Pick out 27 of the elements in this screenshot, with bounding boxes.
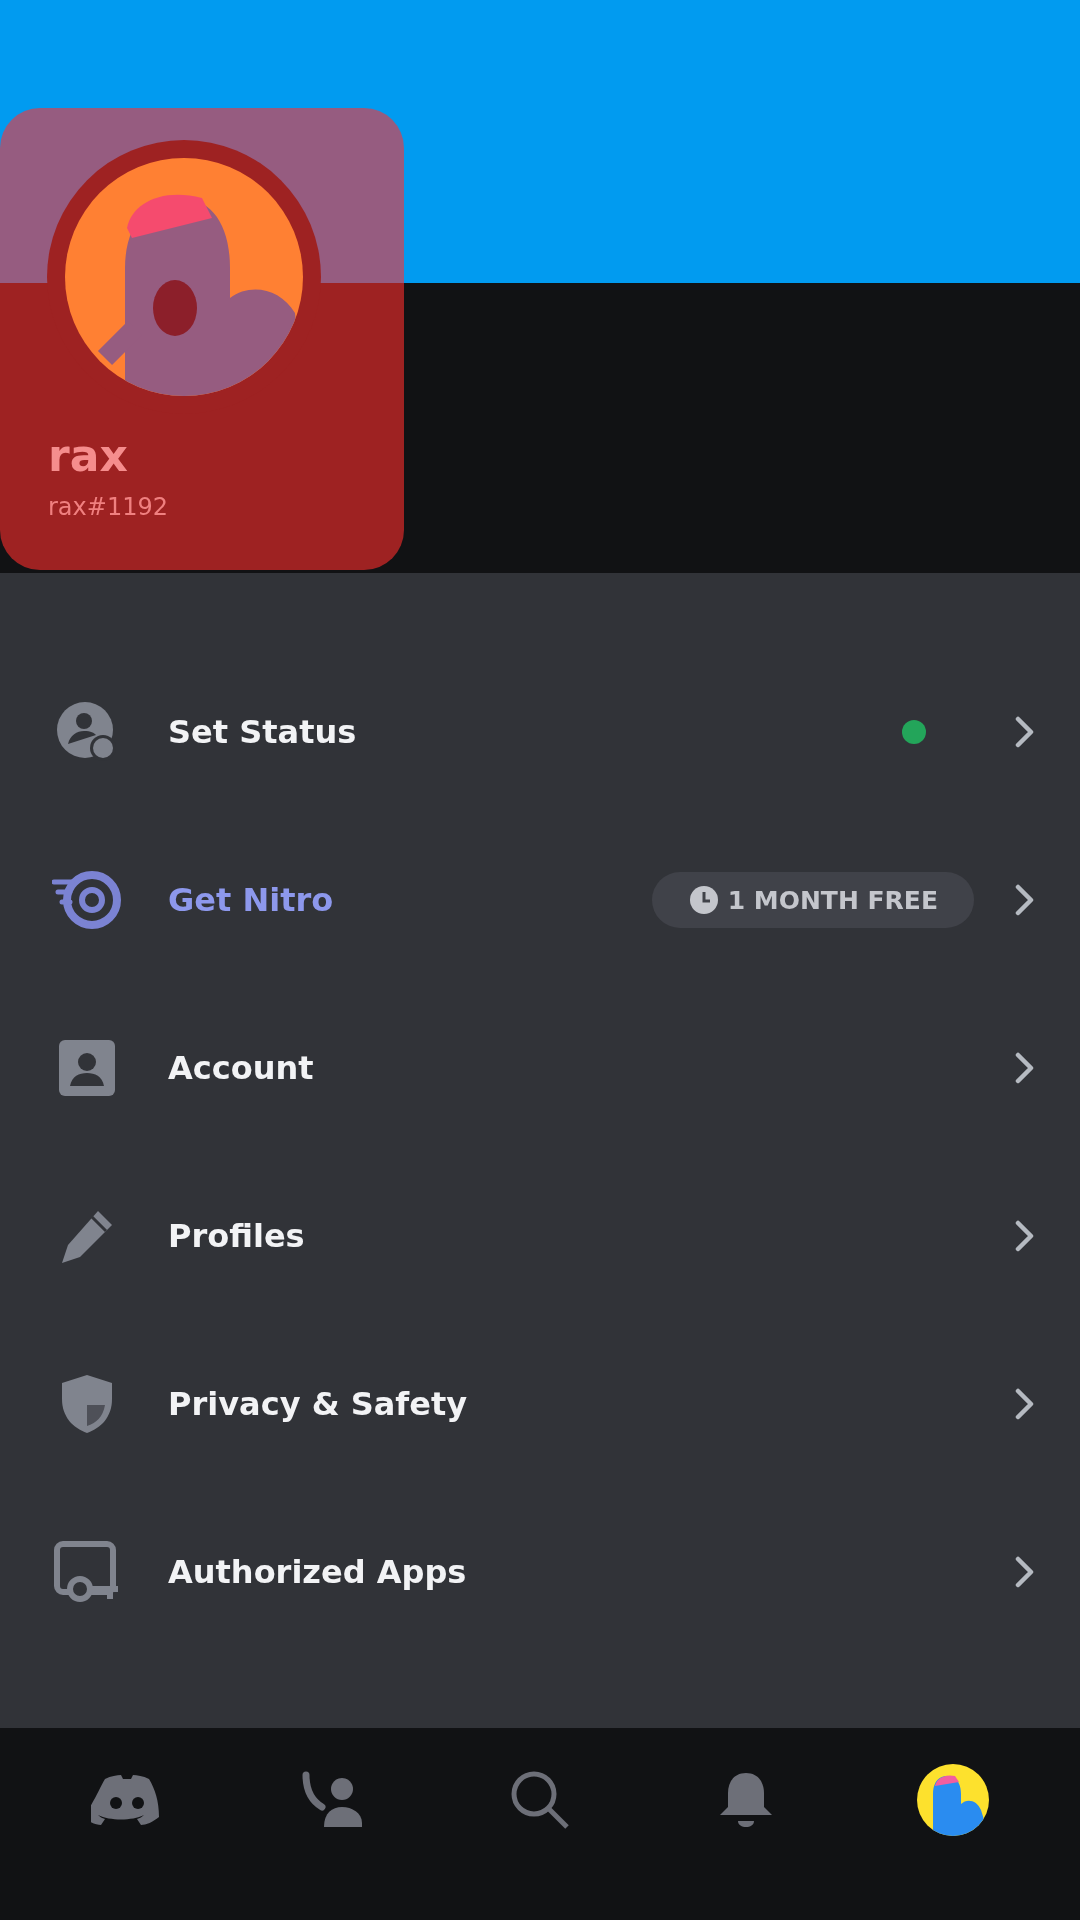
app-key-icon <box>54 1541 120 1603</box>
settings-item[interactable]: Authorized Apps <box>0 1488 1080 1656</box>
chevron-right-icon <box>1014 883 1036 917</box>
chevron-right-icon <box>1014 715 1036 749</box>
settings-item[interactable]: Account <box>0 984 1080 1152</box>
chevron-right-icon <box>1014 1051 1036 1085</box>
item-label: Authorized Apps <box>168 1553 468 1591</box>
chevron-right-icon <box>1014 1219 1036 1253</box>
item-label: Privacy & Safety <box>168 1385 469 1423</box>
settings-item[interactable]: Profiles <box>0 1152 1080 1320</box>
display-name: rax <box>48 430 129 481</box>
item-label: Account <box>168 1049 315 1087</box>
shield-icon <box>60 1373 114 1435</box>
bell-icon <box>718 1771 775 1829</box>
settings-item[interactable]: Privacy & Safety <box>0 1320 1080 1488</box>
chevron-right-icon <box>1014 1387 1036 1421</box>
settings-item[interactable]: Get Nitro 1 MONTH FREE <box>0 816 1080 984</box>
nitro-icon <box>52 870 122 930</box>
badge-text: 1 MONTH FREE <box>727 885 938 915</box>
settings-item[interactable]: Set Status <box>0 648 1080 816</box>
item-label: Set Status <box>168 713 358 751</box>
id-card-icon <box>59 1040 115 1096</box>
chevron-right-icon <box>1014 1555 1036 1589</box>
item-label: Get Nitro <box>168 881 335 919</box>
clock-icon <box>689 886 718 914</box>
username: rax#1192 <box>48 493 169 521</box>
item-label: Profiles <box>168 1217 306 1255</box>
